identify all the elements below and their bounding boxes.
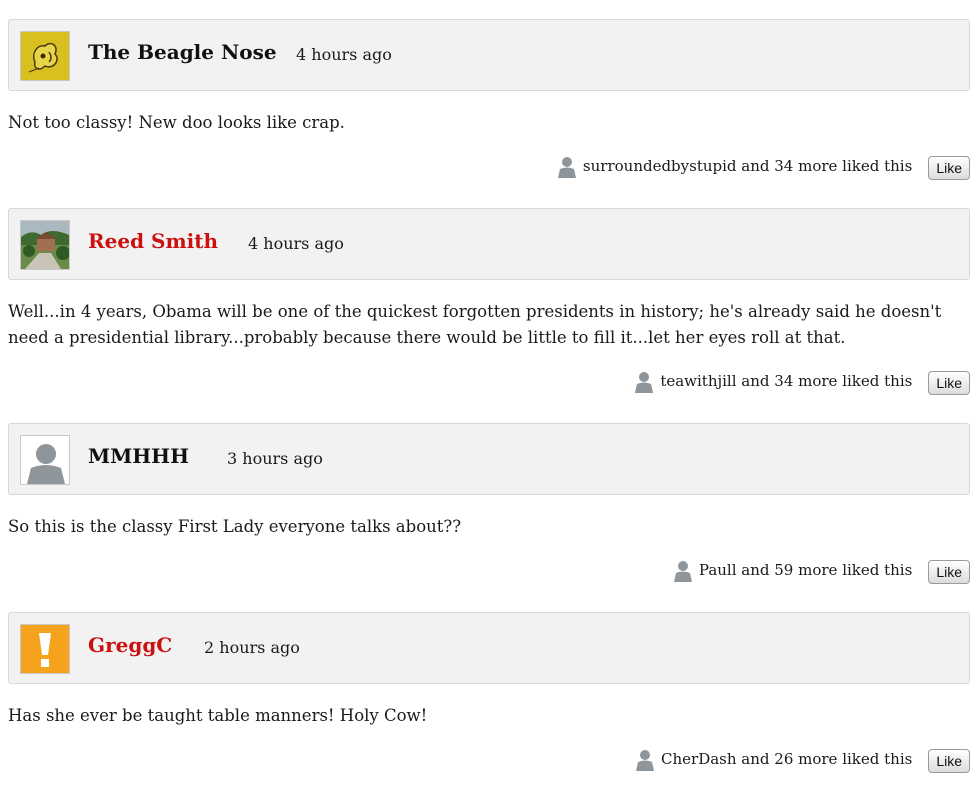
likes-row: teawithjill and 34 more liked this Like (631, 367, 970, 395)
comment-timestamp: 2 hours ago (204, 638, 300, 657)
comment-header: MMHHH 3 hours ago (8, 423, 970, 495)
likes-summary: Paull and 59 more liked this (698, 561, 913, 579)
user-silhouette-icon (670, 558, 694, 582)
likes-row: surroundedbystupid and 34 more liked thi… (554, 152, 970, 180)
likes-summary: teawithjill and 34 more liked this (660, 372, 913, 390)
like-button[interactable]: Like (928, 560, 970, 584)
user-silhouette-icon (554, 154, 578, 178)
comment-text: So this is the classy First Lady everyon… (8, 517, 462, 536)
comment-username[interactable]: MMHHH (88, 444, 189, 468)
likes-row: Paull and 59 more liked this Like (670, 556, 970, 584)
comment-thread: The Beagle Nose 4 hours ago Not too clas… (0, 0, 980, 793)
comment-timestamp: 4 hours ago (296, 45, 392, 64)
default-user-icon[interactable] (20, 435, 70, 485)
like-button[interactable]: Like (928, 749, 970, 773)
beagle-avatar-icon[interactable] (20, 31, 70, 81)
comment-header: GreggC 2 hours ago (8, 612, 970, 684)
comment-timestamp: 4 hours ago (248, 234, 344, 253)
comment-text: Has she ever be taught table manners! Ho… (8, 706, 428, 725)
landscape-avatar-icon[interactable] (20, 220, 70, 270)
likes-row: CherDash and 26 more liked this Like (632, 745, 970, 773)
comment-text: Well...in 4 years, Obama will be one of … (8, 302, 942, 347)
likes-summary: CherDash and 26 more liked this (661, 750, 913, 768)
like-button[interactable]: Like (928, 371, 970, 395)
comment-username[interactable]: GreggC (88, 633, 172, 657)
comment-header: Reed Smith 4 hours ago (8, 208, 970, 280)
comment-text: Not too classy! New doo looks like crap. (8, 113, 345, 132)
comment-timestamp: 3 hours ago (227, 449, 323, 468)
exclamation-avatar-icon[interactable] (20, 624, 70, 674)
user-silhouette-icon (632, 747, 656, 771)
comment-header: The Beagle Nose 4 hours ago (8, 19, 970, 91)
comment-username[interactable]: Reed Smith (88, 229, 218, 253)
likes-summary: surroundedbystupid and 34 more liked thi… (582, 157, 913, 175)
like-button[interactable]: Like (928, 156, 970, 180)
user-silhouette-icon (631, 369, 655, 393)
comment-username[interactable]: The Beagle Nose (88, 40, 277, 64)
